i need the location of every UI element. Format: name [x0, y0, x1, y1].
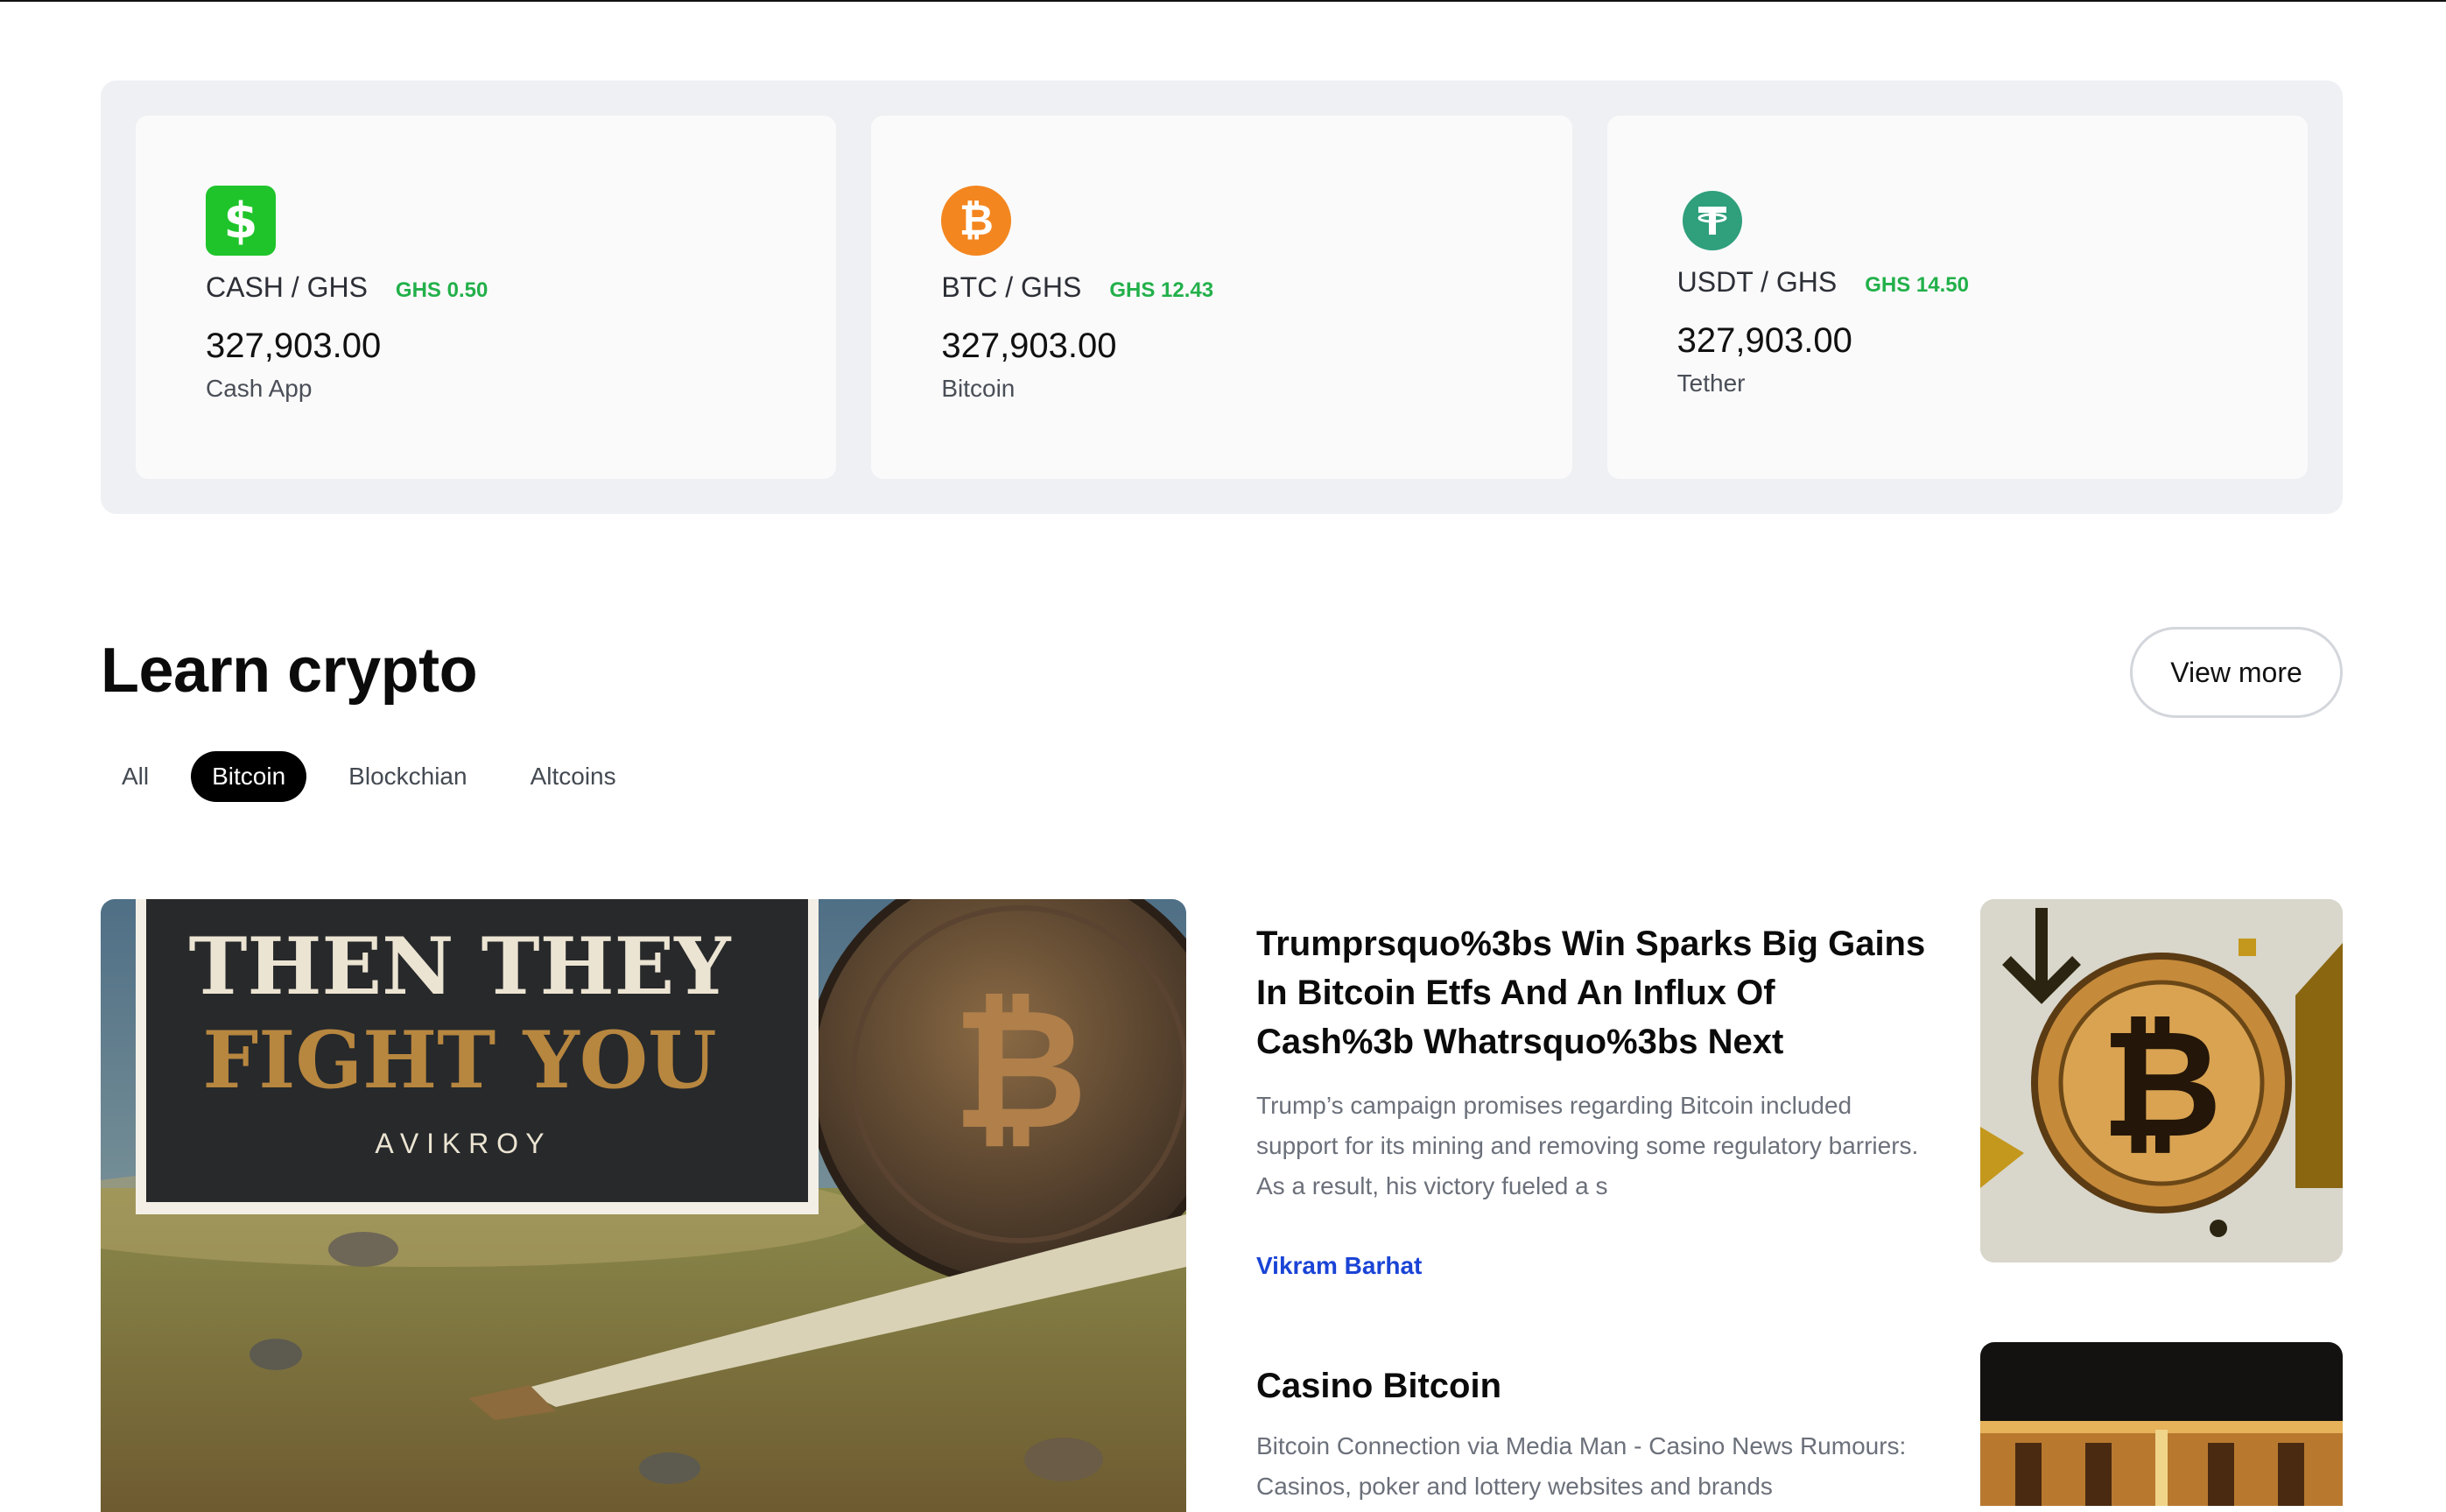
rate-card-cash[interactable]: $ CASH / GHS GHS 0.50 327,903.00 Cash Ap…	[136, 116, 837, 479]
article-thumbnail[interactable]: ₿	[1980, 899, 2343, 1262]
price-change: GHS 14.50	[1865, 273, 1969, 297]
pair-label: BTC / GHS	[941, 271, 1082, 303]
feature-author: A V I K R O Y	[375, 1128, 544, 1159]
cash-app-icon: $	[206, 186, 276, 256]
bitcoin-icon: ₿	[941, 186, 1012, 256]
tether-icon	[1682, 191, 1742, 250]
rate-amount: 327,903.00	[206, 327, 382, 365]
pair-label: USDT / GHS	[1676, 266, 1838, 298]
section-title: Learn crypto	[101, 636, 478, 706]
price-change: GHS 0.50	[395, 278, 488, 302]
view-more-button[interactable]: View more	[2130, 627, 2343, 718]
article-author[interactable]: Vikram Barhat	[1256, 1252, 1939, 1280]
article-title[interactable]: Casino Bitcoin	[1256, 1361, 1939, 1410]
rates-panel: $ CASH / GHS GHS 0.50 327,903.00 Cash Ap…	[101, 81, 2343, 514]
feature-line-1: THEN THEY	[188, 920, 732, 1013]
article-card[interactable]: Trumprsquo%3bs Win Sparks Big Gains In B…	[1256, 919, 1939, 1280]
bitcoin-icon: ₿	[2101, 998, 2223, 1171]
filter-all[interactable]: All	[101, 751, 170, 802]
filter-altcoins[interactable]: Altcoins	[510, 751, 637, 802]
article-thumbnail[interactable]	[1980, 1342, 2343, 1506]
featured-article-image[interactable]: THEN THEY FIGHT YOU A V I K R O Y ₿	[101, 899, 1186, 1512]
feature-line-2: FIGHT YOU	[202, 1014, 716, 1107]
coin-name: Tether	[1676, 369, 1746, 397]
coin-name: Cash App	[206, 375, 313, 402]
price-change: GHS 12.43	[1109, 278, 1214, 302]
filter-bitcoin[interactable]: Bitcoin	[191, 751, 307, 802]
article-excerpt: Bitcoin Connection via Media Man - Casin…	[1256, 1432, 1907, 1500]
rate-card-usdt[interactable]: USDT / GHS GHS 14.50 327,903.00 Tether	[1606, 116, 2308, 479]
category-filters: All Bitcoin Blockchian Altcoins	[101, 751, 658, 802]
coin-name: Bitcoin	[941, 375, 1016, 402]
filter-blockchain[interactable]: Blockchian	[327, 751, 488, 802]
article-excerpt: Trump’s campaign promises regarding Bitc…	[1256, 1092, 1919, 1199]
bitcoin-icon: ₿	[952, 973, 1088, 1166]
rate-amount: 327,903.00	[941, 327, 1117, 365]
article-card[interactable]: Casino Bitcoin Bitcoin Connection via Me…	[1256, 1361, 1939, 1507]
rate-amount: 327,903.00	[1676, 321, 1852, 360]
pair-label: CASH / GHS	[206, 271, 368, 303]
rate-card-btc[interactable]: ₿ BTC / GHS GHS 12.43 327,903.00 Bitcoin	[871, 116, 1572, 479]
article-title[interactable]: Trumprsquo%3bs Win Sparks Big Gains In B…	[1256, 919, 1939, 1066]
top-divider	[0, 0, 2446, 2]
